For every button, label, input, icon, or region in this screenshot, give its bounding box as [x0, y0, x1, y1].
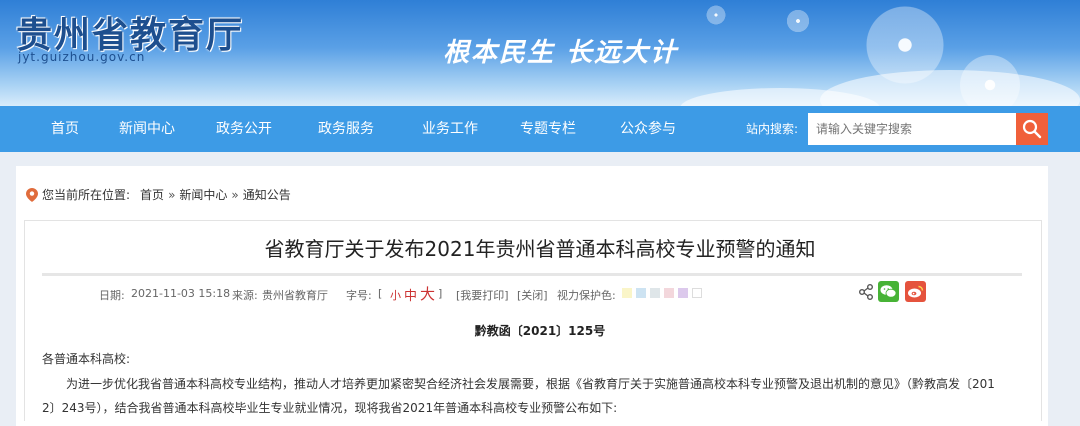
wechat-icon — [880, 285, 897, 298]
source-label: 来源: — [232, 289, 258, 302]
search-input[interactable] — [808, 113, 1016, 145]
dandelion-decoration — [955, 50, 1025, 106]
nav-item-home[interactable]: 首页 — [51, 106, 79, 152]
eye-color-swatch-gray[interactable] — [650, 288, 660, 298]
share-icon[interactable] — [857, 283, 875, 301]
site-domain: jyt.guizhou.gov.cn — [18, 50, 146, 64]
source-value: 贵州省教育厅 — [262, 289, 328, 302]
date-label: 日期: — [99, 289, 125, 302]
font-large-button[interactable]: 大 — [420, 283, 435, 304]
eye-color-swatch-blue[interactable] — [636, 288, 646, 298]
font-small-button[interactable]: 小 — [390, 287, 401, 303]
slogan: 根本民生 长远大计 — [443, 38, 679, 68]
weibo-icon — [908, 285, 924, 298]
search-label: 站内搜索: — [746, 122, 799, 136]
nav-item-services[interactable]: 政务服务 — [318, 106, 374, 152]
document-number: 黔教函〔2021〕125号 — [474, 324, 606, 338]
fontsize-label: 字号: — [346, 289, 372, 302]
dandelion-decoration — [860, 0, 950, 90]
article-title: 省教育厅关于发布2021年贵州省普通本科高校专业预警的通知 — [264, 237, 816, 261]
breadcrumb-news[interactable]: 新闻中心 — [179, 186, 227, 203]
breadcrumb-prefix: 您当前所在位置: — [42, 188, 131, 202]
font-medium-button[interactable]: 中 — [404, 285, 417, 304]
breadcrumb-home[interactable]: 首页 — [140, 186, 164, 203]
nav-item-business[interactable]: 业务工作 — [422, 106, 478, 152]
eye-color-swatch-pink[interactable] — [664, 288, 674, 298]
publish-date: 2021-11-03 15:18 — [131, 287, 231, 300]
breadcrumb-separator: » — [168, 187, 176, 202]
breadcrumb-separator: » — [231, 187, 239, 202]
print-button[interactable]: [我要打印] — [456, 287, 509, 303]
eye-color-swatch-purple[interactable] — [678, 288, 688, 298]
dandelion-decoration — [705, 4, 727, 26]
paragraph-line: 为进一步优化我省普通本科高校专业结构，推动人才培养更加紧密契合经济社会发展需要，… — [66, 377, 995, 391]
weibo-share-button[interactable] — [905, 281, 926, 302]
nav-item-gov-open[interactable]: 政务公开 — [216, 106, 272, 152]
bracket-open: [ — [378, 287, 383, 300]
search-icon — [1022, 119, 1042, 139]
location-pin-icon — [26, 187, 38, 202]
paragraph-line: 2〕243号），结合我省普通本科高校毕业生专业就业情况，现将我省2021年普通本… — [42, 401, 618, 415]
breadcrumb-notices[interactable]: 通知公告 — [243, 186, 291, 203]
header-banner: 贵州省教育厅 jyt.guizhou.gov.cn 根本民生 长远大计 — [0, 0, 1080, 106]
close-button[interactable]: [关闭] — [517, 287, 548, 303]
nav-item-topics[interactable]: 专题专栏 — [520, 106, 576, 152]
title-divider — [42, 273, 1022, 276]
breadcrumb: 您当前所在位置: 首页 » 新闻中心 » 通知公告 — [26, 186, 291, 203]
eye-color-swatch-yellow[interactable] — [622, 288, 632, 298]
nav-item-news[interactable]: 新闻中心 — [119, 106, 175, 152]
search-button[interactable] — [1016, 113, 1048, 145]
wechat-share-button[interactable] — [878, 281, 899, 302]
salutation: 各普通本科高校: — [42, 352, 131, 366]
eye-color-swatch-white[interactable] — [692, 288, 702, 298]
nav-item-public[interactable]: 公众参与 — [620, 106, 676, 152]
bracket-close: ] — [438, 287, 443, 300]
eye-protect-label: 视力保护色: — [557, 289, 616, 302]
dandelion-decoration — [785, 8, 811, 34]
